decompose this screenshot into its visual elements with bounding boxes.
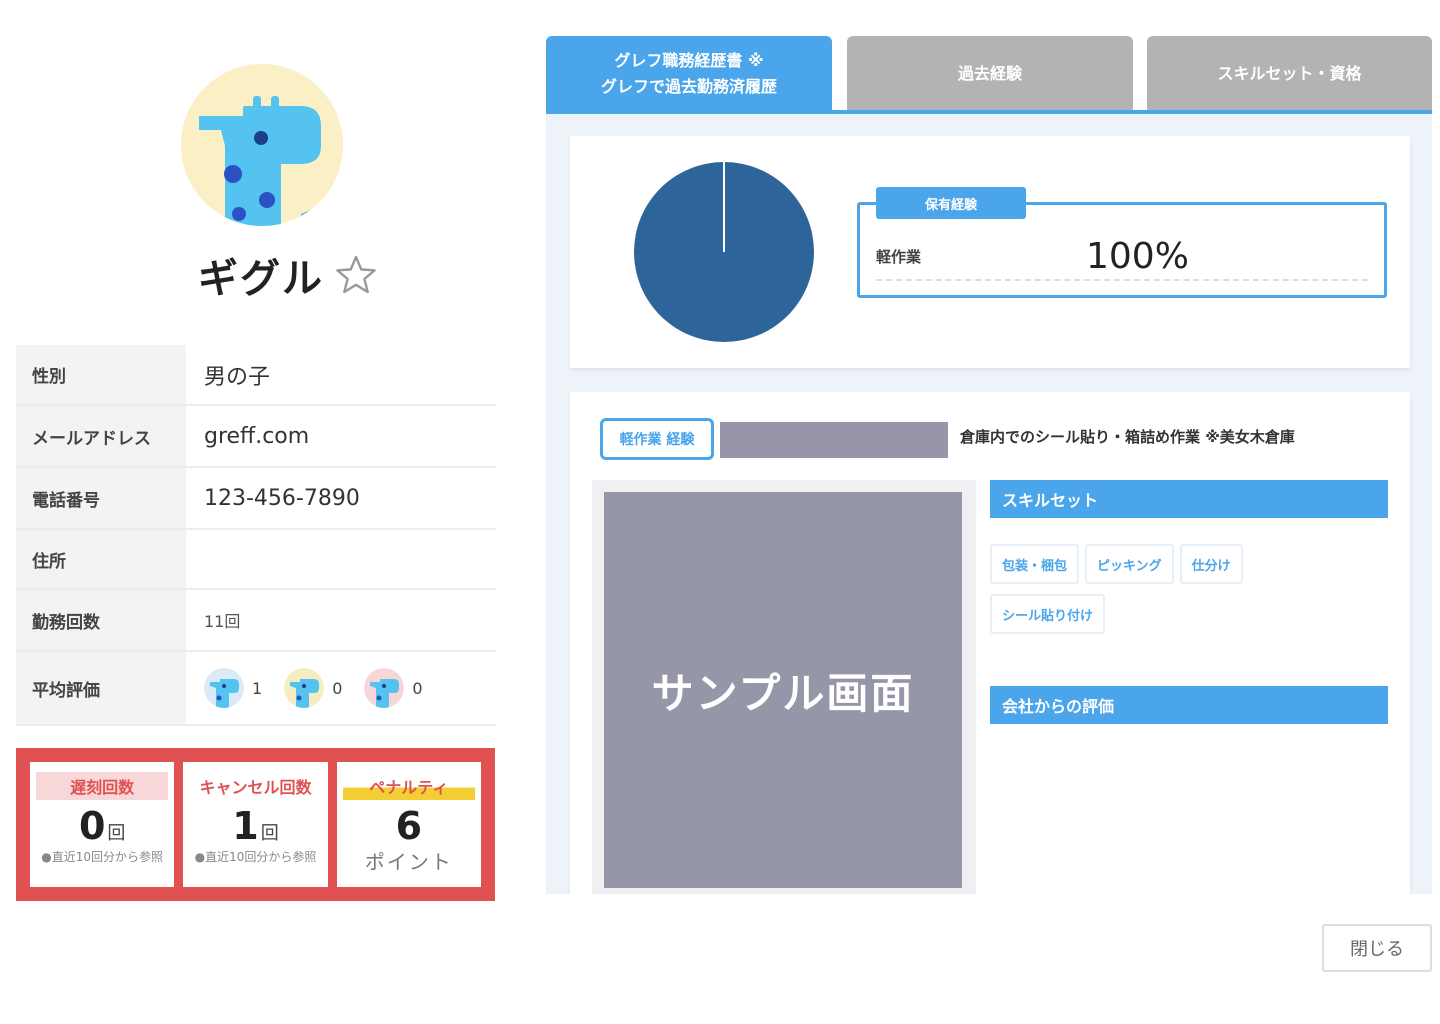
gender-value: 男の子 [186,345,496,406]
job-image-frame: サンプル画面 [592,480,976,894]
work-count-label: 勤務回数 [16,589,186,652]
job-sample-image: サンプル画面 [604,492,962,888]
skillset-heading: スキルセット [990,480,1388,518]
profile-name-row: ギグル [198,246,378,304]
attendance-stats-box: 遅刻回数 0回 ●直近10回分から参照 キャンセル回数 1回 ●直近10回分から… [16,748,495,901]
rating-good: 1 [204,668,262,708]
table-row: 住所 [16,529,496,590]
skill-tag: 包装・梱包 [990,544,1080,584]
skill-tag: シール貼り付け [990,594,1106,634]
rating-bad: 0 [364,668,423,708]
giraffe-face-pink-icon [364,668,405,708]
rating-values: 1 0 0 [186,651,496,726]
profile-name: ギグル [198,256,324,302]
table-row: 性別 男の子 [16,345,496,406]
rating-label: 平均評価 [16,651,186,726]
favorite-star-icon[interactable] [334,253,378,297]
late-count-note: ●直近10回分から参照 [41,850,164,864]
penalty-label: ペナルティ [342,772,475,800]
tab-skillset[interactable]: スキルセット・資格 [1147,36,1432,112]
job-date-placeholder [720,422,948,458]
profile-info-table: 性別 男の子 メールアドレス greff.com 電話番号 123-456-78… [16,345,496,726]
table-row: 勤務回数 11回 [16,589,496,652]
cancel-count-label: キャンセル回数 [199,778,312,797]
penalty-unit: ポイント [364,850,453,874]
experience-item-name: 軽作業 [876,247,922,266]
late-count-card: 遅刻回数 0回 ●直近10回分から参照 [30,762,175,887]
experience-row: 軽作業 100% [876,233,1368,281]
giraffe-face-blue-icon [204,668,244,708]
cancel-count-value: 1回 [232,804,279,848]
penalty-card: ペナルティ 6 ポイント [336,762,481,887]
giraffe-icon [181,64,343,226]
rating-normal-count: 0 [332,678,343,698]
rating-bad-count: 0 [412,678,423,698]
job-history-card: 軽作業 経験 倉庫内でのシール貼り・箱詰め作業 ※美女木倉庫 サンプル画面 スキ… [570,392,1410,894]
cancel-count-card: キャンセル回数 1回 ●直近10回分から参照 [183,762,328,887]
late-count-value: 0回 [78,804,126,848]
company-evaluation-heading: 会社からの評価 [990,686,1388,724]
giraffe-face-yellow-icon [284,668,325,708]
close-button[interactable]: 閉じる [1322,924,1432,972]
experience-title: 保有経験 [876,187,1026,219]
job-title: 倉庫内でのシール貼り・箱詰め作業 ※美女木倉庫 [960,428,1295,446]
phone-label: 電話番号 [16,467,186,530]
skill-tag: 仕分け [1179,544,1243,584]
address-label: 住所 [16,529,186,590]
tab-past-experience[interactable]: 過去経験 [847,36,1133,112]
experience-box: 保有経験 軽作業 100% [857,187,1387,298]
table-row: メールアドレス greff.com [16,405,496,468]
table-row: 平均評価 1 0 0 [16,651,496,726]
cancel-count-note: ●直近10回分から参照 [194,850,317,864]
address-value [186,529,496,590]
tab-greff-work-history[interactable]: グレフ職務経歴書 ※ グレフで過去勤務済履歴 [546,36,832,112]
gender-label: 性別 [16,345,186,406]
work-count-value: 11回 [186,589,496,652]
tab-content-panel: 保有経験 軽作業 100% 軽作業 経験 倉庫内でのシール貼り・箱詰め作業 ※美… [546,114,1432,894]
skill-tags: 包装・梱包 ピッキング 仕分け シール貼り付け [990,544,1290,634]
rating-good-count: 1 [252,678,263,698]
experience-item-percent: 100% [1086,235,1189,277]
experience-summary-card: 保有経験 軽作業 100% [570,136,1410,368]
email-label: メールアドレス [16,405,186,468]
experience-pie-chart [634,162,814,342]
skill-tag: ピッキング [1085,544,1174,584]
late-count-label: 遅刻回数 [36,772,169,800]
profile-tabs: グレフ職務経歴書 ※ グレフで過去勤務済履歴 過去経験 スキルセット・資格 [546,36,1432,114]
table-row: 電話番号 123-456-7890 [16,467,496,530]
phone-value: 123-456-7890 [186,467,496,530]
job-category-tag: 軽作業 経験 [600,418,714,460]
email-value: greff.com [186,405,496,468]
penalty-value: 6 [395,804,423,848]
rating-normal: 0 [284,668,342,708]
avatar [181,64,343,226]
